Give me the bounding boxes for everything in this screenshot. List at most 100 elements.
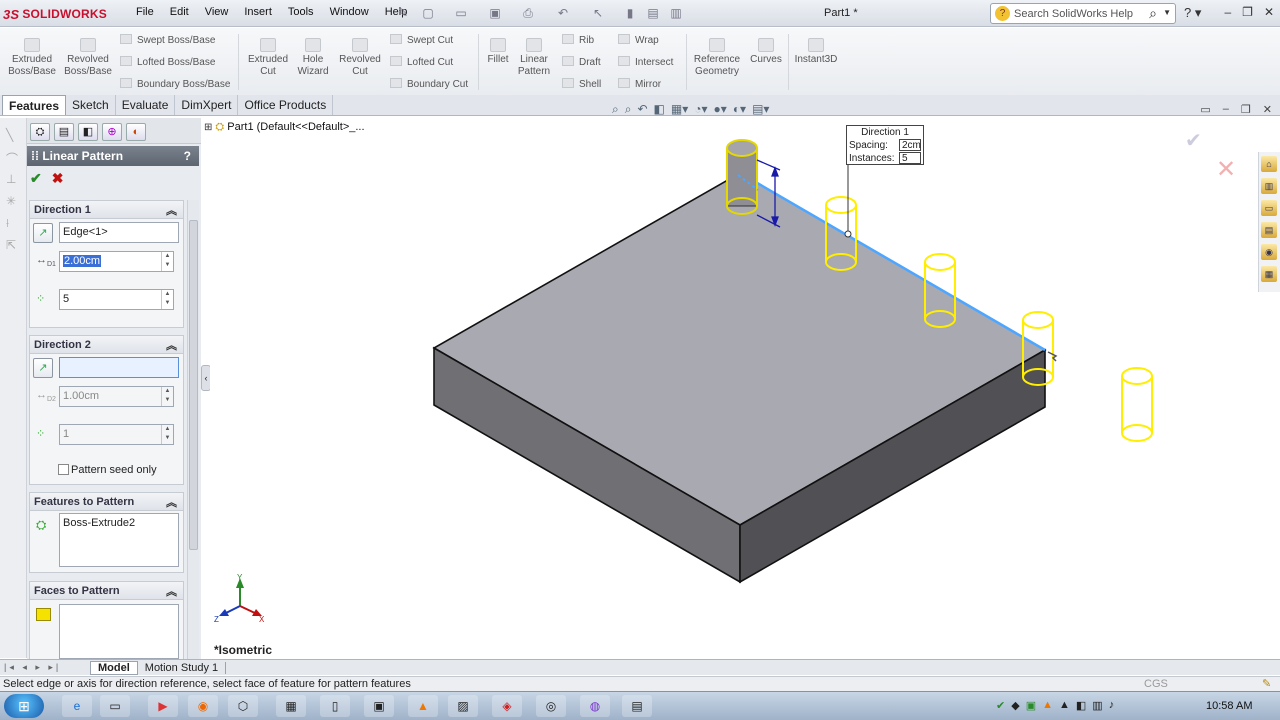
line-tool-icon[interactable]: ╲	[6, 128, 20, 142]
pattern-seed-only-checkbox[interactable]	[58, 464, 69, 475]
file-properties-icon[interactable]: ▥	[668, 6, 684, 20]
tab-motion-study-1[interactable]: Motion Study 1	[138, 661, 227, 674]
quick-tips-icon[interactable]: ✎	[1262, 677, 1271, 690]
confirmation-ok-icon[interactable]: ✔	[1185, 128, 1202, 153]
menu-insert[interactable]: Insert	[236, 6, 280, 18]
extruded-cut-button[interactable]: Extruded Cut	[244, 38, 292, 78]
viewport-close-icon[interactable]: ✕	[1263, 103, 1272, 116]
model-view[interactable]: Y Z X	[210, 118, 1280, 658]
spinner-icon[interactable]: ▲ ▼	[161, 290, 173, 309]
zoom-to-area-icon[interactable]: ⌕	[625, 102, 632, 117]
propertymanager-tab-icon[interactable]: ▤	[54, 123, 74, 141]
tray-icon[interactable]: ◆	[1011, 699, 1019, 712]
direction2-edge-field[interactable]	[59, 357, 179, 378]
tab-office-products[interactable]: Office Products	[238, 95, 334, 115]
previous-view-icon[interactable]: ↶	[637, 102, 647, 117]
tray-icon[interactable]: ◧	[1076, 699, 1086, 712]
spinner-icon[interactable]: ▲ ▼	[161, 252, 173, 271]
app-taskbar-icon[interactable]: ▤	[622, 695, 652, 717]
mirror-button[interactable]: Mirror	[618, 78, 661, 90]
rebuild-icon[interactable]: ▮	[622, 6, 638, 20]
scene-icon[interactable]: ▤▾	[752, 102, 769, 117]
menu-edit[interactable]: Edit	[162, 6, 197, 18]
menu-window[interactable]: Window	[322, 6, 377, 18]
collapse-icon[interactable]: ︽	[166, 202, 177, 218]
save-icon[interactable]: ▣	[487, 6, 503, 20]
app-taskbar-icon[interactable]: ▣	[364, 695, 394, 717]
instant3d-button[interactable]: Instant3D	[792, 38, 840, 66]
configurationmanager-tab-icon[interactable]: ◧	[78, 123, 98, 141]
spinner-icon[interactable]: ▲ ▼	[161, 425, 173, 444]
app-taskbar-icon[interactable]: ⬡	[228, 695, 258, 717]
tab-evaluate[interactable]: Evaluate	[116, 95, 176, 115]
custom-properties-icon[interactable]: ▦	[1261, 266, 1277, 282]
firefox-icon[interactable]: ◉	[188, 695, 218, 717]
app-taskbar-icon[interactable]: ▦	[276, 695, 306, 717]
network-icon[interactable]: ▥	[1092, 699, 1102, 712]
revolved-cut-button[interactable]: Revolved Cut	[336, 38, 384, 78]
tab-dimxpert[interactable]: DimXpert	[175, 95, 239, 115]
arc-tool-icon[interactable]: ⌒	[6, 150, 20, 166]
dimxpertmanager-tab-icon[interactable]: ⊕	[102, 123, 122, 141]
callout-instances-value[interactable]: 5	[899, 152, 921, 164]
boundary-boss-button[interactable]: Boundary Boss/Base	[120, 78, 230, 90]
section-view-icon[interactable]: ◧	[654, 102, 665, 117]
tab-model[interactable]: Model	[90, 660, 138, 675]
help-search-box[interactable]: ? Search SolidWorks Help ⌕ ▼	[990, 3, 1176, 24]
shell-button[interactable]: Shell	[562, 78, 601, 90]
internet-explorer-icon[interactable]: e	[62, 695, 92, 717]
viewport-restore-icon[interactable]: ❐	[1241, 103, 1251, 116]
mirror-tool-icon[interactable]: ⟊	[6, 216, 20, 230]
units-indicator[interactable]: CGS	[1144, 678, 1168, 690]
pin-icon[interactable]: ✎	[395, 6, 411, 20]
tray-icon[interactable]: ▲	[1059, 699, 1070, 712]
wrap-button[interactable]: Wrap	[618, 34, 659, 46]
close-button[interactable]: ✕	[1264, 5, 1274, 19]
features-to-pattern-header[interactable]: Features to Pattern ︽	[30, 493, 183, 511]
appearance-icon[interactable]: ◐▾	[733, 102, 746, 117]
ok-check-icon[interactable]: ✔	[30, 170, 42, 187]
pm-help-icon[interactable]: ?	[184, 149, 191, 163]
direction1-instances-field[interactable]: 5 ▲ ▼	[59, 289, 174, 310]
media-player-icon[interactable]: ▶	[148, 695, 178, 717]
start-button[interactable]: ⊞	[4, 694, 44, 718]
featuremanager-tab-icon[interactable]: ⛭	[30, 123, 50, 141]
fillet-button[interactable]: Fillet	[484, 38, 512, 66]
tab-navigation-arrows[interactable]: |◂ ◂ ▸ ▸|	[4, 662, 90, 673]
direction1-edge-field[interactable]: Edge<1>	[59, 222, 179, 243]
view-orientation-icon[interactable]: ▦▾	[671, 102, 688, 117]
swept-cut-button[interactable]: Swept Cut	[390, 34, 453, 46]
minimize-button[interactable]: –	[1224, 5, 1231, 19]
confirmation-cancel-icon[interactable]: ✕	[1216, 155, 1236, 184]
vlc-icon[interactable]: ▲	[408, 695, 438, 717]
intersect-button[interactable]: Intersect	[618, 56, 673, 68]
print-icon[interactable]: ⎙	[520, 6, 536, 20]
reverse-direction-icon[interactable]: ↗	[33, 223, 53, 243]
new-document-icon[interactable]: ▢	[420, 6, 436, 20]
features-list[interactable]: Boss-Extrude2	[59, 513, 179, 567]
options-icon[interactable]: ▤	[645, 6, 661, 20]
boundary-cut-button[interactable]: Boundary Cut	[390, 78, 468, 90]
revolved-boss-button[interactable]: Revolved Boss/Base	[61, 38, 115, 78]
faces-list[interactable]	[59, 604, 179, 659]
expand-icon[interactable]: ⊞	[204, 122, 212, 133]
reverse-direction-icon[interactable]: ↗	[33, 358, 53, 378]
collapse-icon[interactable]: ︽	[166, 494, 177, 510]
rib-button[interactable]: Rib	[562, 34, 594, 46]
app-taskbar-icon[interactable]: ▯	[320, 695, 350, 717]
extruded-boss-button[interactable]: Extruded Boss/Base	[4, 38, 60, 78]
app-taskbar-icon[interactable]: ◍	[580, 695, 610, 717]
feature-tree-flyout[interactable]: ⊞ ⛭ Part1 (Default<<Default>_...	[204, 121, 365, 134]
direction2-header[interactable]: Direction 2 ︽	[30, 336, 183, 354]
faces-to-pattern-header[interactable]: Faces to Pattern ︽	[30, 582, 183, 600]
design-library-icon[interactable]: ▥	[1261, 178, 1277, 194]
tray-icon[interactable]: ✔	[996, 699, 1005, 712]
app-taskbar-icon[interactable]: ▨	[448, 695, 478, 717]
direction1-spacing-field[interactable]: 2.00cm ▲ ▼	[59, 251, 174, 272]
collapse-icon[interactable]: ︽	[166, 583, 177, 599]
undo-icon[interactable]: ↶	[555, 6, 571, 20]
feature-tree-root[interactable]: Part1 (Default<<Default>_...	[227, 121, 364, 133]
solidworks-resources-icon[interactable]: ⌂	[1261, 156, 1277, 172]
file-explorer-taskbar-icon[interactable]: ▭	[100, 695, 130, 717]
help-icon[interactable]: ? ▾	[1184, 5, 1201, 21]
